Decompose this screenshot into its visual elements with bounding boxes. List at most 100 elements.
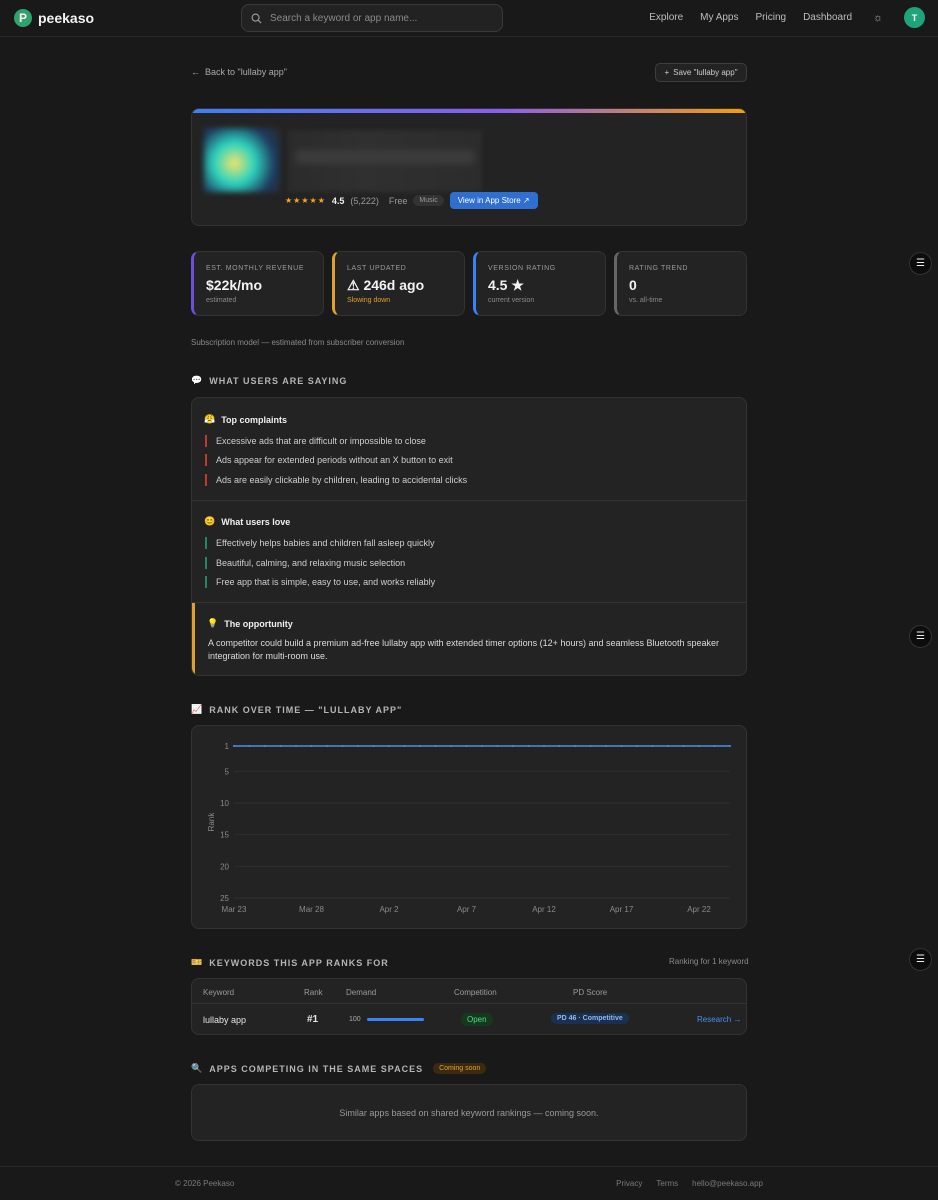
- rank-point: [264, 745, 266, 747]
- y-tick-label: 10: [220, 799, 229, 808]
- opportunity-title: The opportunity: [224, 618, 293, 629]
- y-tick-label: 20: [220, 862, 229, 871]
- opportunity-text: A competitor could build a premium ad-fr…: [208, 638, 720, 661]
- logo[interactable]: P peekaso: [14, 9, 94, 27]
- footer-link-privacy[interactable]: Privacy: [616, 1179, 642, 1188]
- app-meta: ★★★★★ 4.5 (5,222) Free Music View in App…: [285, 192, 538, 209]
- footer: © 2026 Peekaso Privacy Terms hello@peeka…: [0, 1166, 938, 1200]
- chart-icon: 📈: [191, 704, 204, 714]
- ticket-icon: 🎫: [191, 957, 204, 967]
- nav-pricing[interactable]: Pricing: [756, 12, 787, 23]
- feedback-card: 😤 Top complaints Excessive ads that are …: [191, 397, 747, 676]
- rank-point: [310, 745, 313, 747]
- rank-point: [713, 745, 716, 747]
- y-tick-label: 1: [225, 742, 230, 751]
- star-rating-icon: ★★★★★: [285, 196, 326, 205]
- angry-face-icon: 😤: [204, 414, 216, 424]
- rank-point: [605, 745, 607, 747]
- column-header-competition: Competition: [454, 988, 497, 997]
- stat-value: 0: [629, 277, 637, 293]
- stat-value: $22k/mo: [206, 277, 263, 293]
- footer-link-email[interactable]: hello@peekaso.app: [692, 1179, 763, 1188]
- save-keyword-button[interactable]: + Save "lullaby app": [655, 63, 747, 82]
- floating-filter-icon[interactable]: ☰: [909, 625, 932, 648]
- rank-point: [496, 745, 499, 747]
- opportunity-heading: 💡 The opportunity: [207, 618, 293, 629]
- rank-point: [372, 745, 375, 747]
- love-item: Beautiful, calming, and relaxing music s…: [205, 557, 405, 569]
- arrow-left-icon: ←: [191, 67, 200, 77]
- column-header-pd-score: PD Score: [573, 988, 608, 997]
- nav-dashboard[interactable]: Dashboard: [803, 12, 852, 23]
- rank-point: [403, 745, 406, 747]
- rank-point: [698, 745, 700, 747]
- nav-my-apps[interactable]: My Apps: [700, 12, 738, 23]
- stat-label: VERSION RATING: [488, 265, 556, 272]
- floating-filter-icon[interactable]: ☰: [909, 252, 932, 275]
- rank-point: [248, 745, 251, 747]
- rank-point: [574, 745, 576, 747]
- rank-point: [279, 745, 282, 747]
- back-link[interactable]: ← Back to "lullaby app": [191, 67, 287, 77]
- x-tick-label: Apr 2: [379, 905, 399, 914]
- love-heading: 😊 What users love: [204, 516, 290, 527]
- love-item: Effectively helps babies and children fa…: [205, 537, 434, 549]
- love-item: Free app that is simple, easy to use, an…: [205, 576, 435, 588]
- rank-point: [481, 745, 483, 747]
- competing-apps-card: Similar apps based on shared keyword ran…: [191, 1084, 747, 1141]
- section-title-users: 💬 WHAT USERS ARE SAYING: [191, 375, 347, 386]
- section-title-text: APPS COMPETING IN THE SAME SPACES: [209, 1063, 424, 1074]
- stat-label: RATING TREND: [629, 265, 689, 272]
- plus-icon: +: [664, 68, 670, 77]
- rank-cell: #1: [307, 1014, 319, 1025]
- floating-filter-icon[interactable]: ☰: [909, 948, 932, 971]
- research-link[interactable]: Research →: [697, 1015, 741, 1024]
- app-title-blurred: [287, 130, 482, 192]
- stat-label: EST. MONTHLY REVENUE: [206, 265, 305, 272]
- x-tick-label: Apr 7: [457, 905, 477, 914]
- divider: [192, 1003, 746, 1004]
- search-bar[interactable]: [241, 4, 503, 32]
- divider: [192, 500, 746, 501]
- rank-point: [434, 745, 437, 747]
- complaints-heading: 😤 Top complaints: [204, 414, 287, 425]
- complaint-item: Excessive ads that are difficult or impo…: [205, 435, 426, 447]
- top-nav: P peekaso Explore My Apps Pricing Dashbo…: [0, 0, 938, 37]
- rank-point: [667, 745, 669, 747]
- footer-link-terms[interactable]: Terms: [656, 1179, 678, 1188]
- stat-value: ⚠ 246d ago: [347, 277, 425, 293]
- rank-chart-card: 1 5 10 15 20 25 Mar 23 Mar 28 Apr 2 Apr 7 Apr 12 Ap…: [191, 725, 747, 929]
- back-link-label: Back to "lullaby app": [205, 67, 287, 77]
- x-tick-label: Apr 22: [687, 905, 711, 914]
- rank-point: [636, 745, 638, 747]
- rank-point: [620, 745, 623, 747]
- demand-bar: [367, 1018, 424, 1021]
- column-header-keyword: Keyword: [203, 988, 235, 997]
- stat-value: 4.5 ★: [488, 277, 524, 293]
- x-tick-label: Apr 17: [610, 905, 634, 914]
- rank-point: [527, 745, 530, 747]
- opportunity-panel: 💡 The opportunity A competitor could bui…: [192, 603, 746, 675]
- stat-card-last-updated: LAST UPDATED ⚠ 246d ago Slowing down: [332, 251, 465, 316]
- copyright: © 2026 Peekaso: [175, 1179, 235, 1188]
- complaint-item: Ads are easily clickable by children, le…: [205, 474, 467, 486]
- y-axis-label: Rank: [207, 812, 216, 832]
- rating-value: 4.5: [331, 195, 345, 206]
- rank-point: [682, 745, 685, 747]
- rank-point: [341, 745, 344, 747]
- section-title-text: WHAT USERS ARE SAYING: [209, 375, 348, 386]
- rank-point: [512, 745, 514, 747]
- smiling-face-icon: 😊: [204, 516, 216, 526]
- avatar[interactable]: T: [904, 7, 925, 28]
- rank-point: [651, 745, 654, 747]
- sun-icon[interactable]: ☼: [872, 12, 884, 24]
- lightbulb-icon: 💡: [207, 618, 219, 628]
- app-hero-card: ★★★★★ 4.5 (5,222) Free Music View in App…: [191, 108, 747, 226]
- stat-sub: current version: [488, 297, 535, 304]
- search-input[interactable]: [270, 12, 480, 24]
- stat-sub: estimated: [206, 297, 237, 304]
- rank-point: [357, 745, 359, 747]
- view-in-app-store-button[interactable]: View in App Store ↗: [449, 192, 538, 209]
- stat-card-version-rating: VERSION RATING 4.5 ★ current version: [473, 251, 606, 316]
- nav-explore[interactable]: Explore: [649, 12, 683, 23]
